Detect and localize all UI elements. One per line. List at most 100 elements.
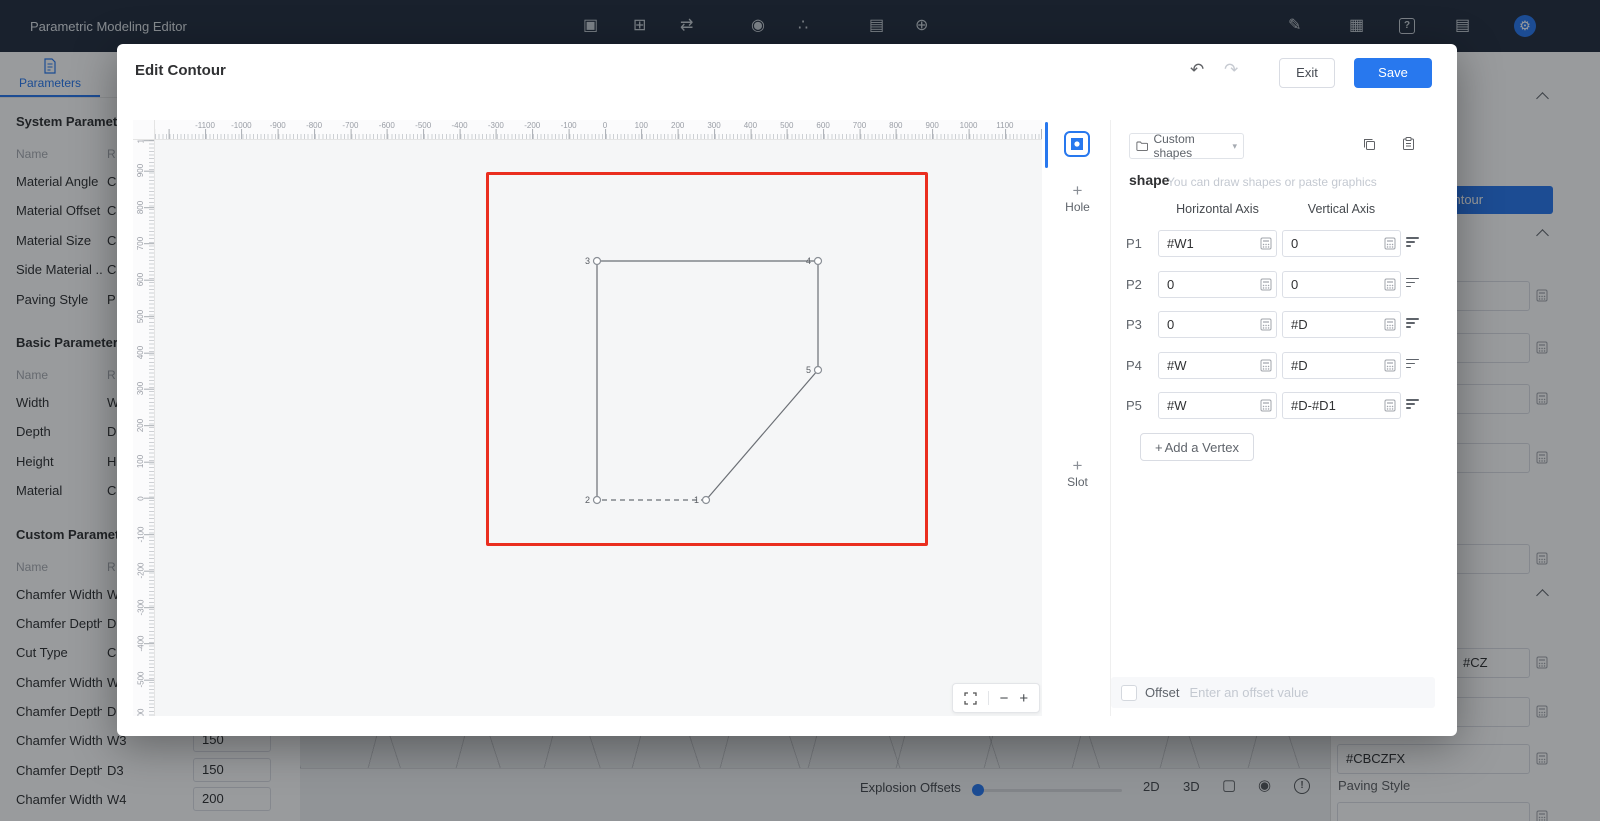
zoom-in-button[interactable]: + <box>1019 691 1028 706</box>
filter-icon[interactable] <box>1406 278 1420 292</box>
formula-icon[interactable] <box>1260 318 1272 331</box>
formula-icon[interactable] <box>1384 318 1396 331</box>
ruler-label: 700 <box>133 235 149 251</box>
ruler-label: 800 <box>133 199 149 215</box>
filter-icon[interactable] <box>1406 359 1420 373</box>
ruler-label: -1000 <box>231 121 251 130</box>
add-vertex-button[interactable]: + Add a Vertex <box>1140 433 1254 461</box>
formula-icon[interactable] <box>1384 359 1396 372</box>
ruler-label: 500 <box>133 308 149 324</box>
formula-icon[interactable] <box>1260 278 1272 291</box>
vertical-value-input-field <box>1282 230 1401 257</box>
offset-bar: Offset <box>1111 677 1435 708</box>
formula-icon[interactable] <box>1384 278 1396 291</box>
offset-input[interactable] <box>1187 684 1425 701</box>
shape-tool-strip: + Hole + Slot <box>1045 120 1110 716</box>
custom-shapes-label: Custom shapes <box>1153 132 1227 160</box>
modal-title: Edit Contour <box>135 62 226 79</box>
vertical-ruler: 10009008007006005004003002001000-100-200… <box>133 140 155 716</box>
ruler-label: -500 <box>133 672 149 688</box>
plus-icon: + <box>1155 440 1163 455</box>
contour-vertex[interactable] <box>815 258 822 265</box>
ruler-label: -800 <box>306 121 322 130</box>
ruler-label: 400 <box>133 345 149 361</box>
folder-icon <box>1136 140 1148 152</box>
formula-icon[interactable] <box>1384 237 1396 250</box>
ruler-label: 1000 <box>960 121 978 130</box>
ruler-label: 0 <box>133 490 149 506</box>
zoom-out-button[interactable]: − <box>1000 691 1009 706</box>
drawing-area[interactable]: 12345 − + <box>155 140 1042 716</box>
ruler-label: -100 <box>133 526 149 542</box>
ruler-label: 200 <box>133 417 149 433</box>
contour-shape[interactable]: 12345 <box>155 140 1042 716</box>
horizontal-ruler: -1100-1000-900-800-700-600-500-400-300-2… <box>155 120 1042 140</box>
shape-section-label: shape <box>1129 172 1169 188</box>
ruler-label: 800 <box>889 121 902 130</box>
vertical-value-input-field <box>1282 392 1401 419</box>
add-vertex-label: Add a Vertex <box>1165 440 1239 455</box>
vertical-value-input-field <box>1282 311 1401 338</box>
formula-icon[interactable] <box>1260 399 1272 412</box>
ruler-label: 1000 <box>133 140 149 142</box>
vertical-axis-header: Vertical Axis <box>1282 202 1401 216</box>
add-hole-button[interactable]: + Hole <box>1045 182 1110 214</box>
horizontal-value-input-field <box>1158 311 1277 338</box>
offset-checkbox[interactable] <box>1121 685 1137 701</box>
divider <box>988 691 989 705</box>
filter-icon[interactable] <box>1406 399 1420 413</box>
shape-tool-icon[interactable] <box>1064 131 1090 157</box>
vertex-label: P3 <box>1126 317 1142 332</box>
ruler-label: -200 <box>524 121 540 130</box>
ruler-label: -400 <box>452 121 468 130</box>
vertex-label: P5 <box>1126 398 1142 413</box>
slot-label: Slot <box>1067 475 1088 489</box>
save-button[interactable]: Save <box>1354 58 1432 88</box>
vertex-label: P4 <box>1126 358 1142 373</box>
contour-vertex[interactable] <box>815 367 822 374</box>
vertex-row: P1 <box>1111 223 1435 264</box>
vertex-row: P2 <box>1111 264 1435 305</box>
vertex-label: P1 <box>1126 236 1142 251</box>
vertex-label: P2 <box>1126 277 1142 292</box>
ruler-label: 700 <box>853 121 866 130</box>
ruler-label: -200 <box>133 563 149 579</box>
custom-shapes-dropdown[interactable]: Custom shapes ▾ <box>1129 133 1244 159</box>
copy-icon[interactable] <box>1362 137 1377 157</box>
contour-vertex[interactable] <box>703 497 710 504</box>
ruler-label: -600 <box>133 708 149 716</box>
filter-icon[interactable] <box>1406 318 1420 332</box>
paste-icon[interactable] <box>1401 136 1416 156</box>
ruler-label: -300 <box>488 121 504 130</box>
fit-screen-icon[interactable] <box>964 692 977 705</box>
contour-vertex[interactable] <box>594 497 601 504</box>
ruler-label: -300 <box>133 599 149 615</box>
ruler-label: 0 <box>603 121 607 130</box>
hole-label: Hole <box>1065 200 1090 214</box>
vertex-row: P4 <box>1111 345 1435 386</box>
contour-canvas: -1100-1000-900-800-700-600-500-400-300-2… <box>133 120 1042 716</box>
ruler-label: -600 <box>379 121 395 130</box>
exit-button[interactable]: Exit <box>1279 58 1335 88</box>
ruler-label: 600 <box>816 121 829 130</box>
filter-icon[interactable] <box>1406 237 1420 251</box>
plus-icon: + <box>1045 457 1110 475</box>
ruler-label: -100 <box>561 121 577 130</box>
formula-icon[interactable] <box>1260 359 1272 372</box>
ruler-label: -700 <box>342 121 358 130</box>
vertex-number: 2 <box>585 495 590 505</box>
zoom-toolbar: − + <box>952 683 1040 713</box>
redo-icon[interactable]: ↷ <box>1224 61 1238 78</box>
contour-edge[interactable] <box>706 370 818 500</box>
ruler-corner <box>133 120 155 140</box>
contour-vertex[interactable] <box>594 258 601 265</box>
add-slot-button[interactable]: + Slot <box>1045 457 1110 489</box>
undo-icon[interactable]: ↶ <box>1190 61 1204 78</box>
vertical-value-input-field <box>1282 352 1401 379</box>
horizontal-value-input-field <box>1158 352 1277 379</box>
ruler-label: -900 <box>270 121 286 130</box>
formula-icon[interactable] <box>1384 399 1396 412</box>
ruler-label: 300 <box>707 121 720 130</box>
ruler-label: 100 <box>635 121 648 130</box>
formula-icon[interactable] <box>1260 237 1272 250</box>
